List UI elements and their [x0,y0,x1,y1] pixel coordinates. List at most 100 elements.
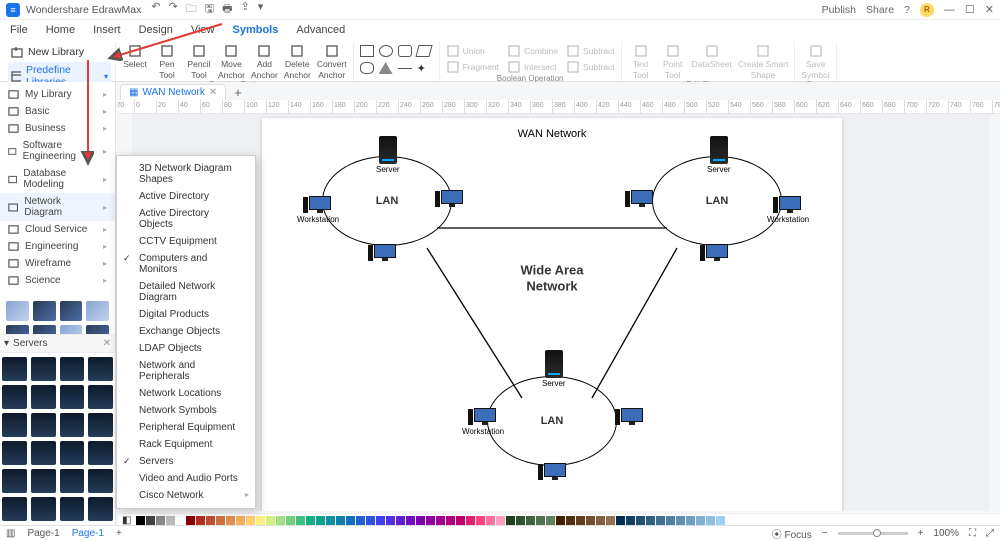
server-thumbnail[interactable] [88,497,113,521]
server-thumbnail[interactable] [60,385,85,409]
color-swatch[interactable] [136,516,145,525]
category-wireframe[interactable]: Wireframe▸ [0,255,115,272]
close-icon[interactable]: ✕ [985,3,994,16]
color-swatch[interactable] [296,516,305,525]
color-swatch[interactable] [326,516,335,525]
server-thumbnail[interactable] [31,441,56,465]
qat-export-icon[interactable]: ⇪ [241,0,250,19]
color-swatch[interactable] [566,516,575,525]
user-avatar[interactable]: R [920,3,934,17]
share-button[interactable]: Share [866,4,894,16]
fullscreen-icon[interactable]: ⤢ [986,528,994,539]
server-thumbnail[interactable] [2,413,27,437]
shape-grid[interactable]: ✦ [360,42,433,76]
shape-thumbnail[interactable] [86,301,109,321]
server-thumbnail[interactable] [60,469,85,493]
qat-save-icon[interactable]: 🖫 [205,0,214,19]
color-swatch[interactable] [426,516,435,525]
fit-page-icon[interactable]: ⛶ [969,528,976,539]
category-network-diagram[interactable]: Network Diagram▸ [0,193,115,221]
category-database-modeling[interactable]: Database Modeling▸ [0,165,115,193]
color-swatch[interactable] [626,516,635,525]
status-page-tab[interactable]: Page-1 [72,528,104,539]
zoom-in-icon[interactable]: + [918,528,924,539]
server-thumbnail[interactable] [2,497,27,521]
color-swatch[interactable] [596,516,605,525]
server-thumbnail[interactable] [2,385,27,409]
server-thumbnail[interactable] [2,469,27,493]
submenu-exchange-objects[interactable]: Exchange Objects [117,323,255,340]
color-swatch[interactable] [156,516,165,525]
color-swatch[interactable] [556,516,565,525]
server-node-1[interactable]: Server [376,136,400,174]
category-my-library[interactable]: My Library▸ [0,86,115,103]
maximize-icon[interactable]: ☐ [965,3,975,16]
server-thumbnail[interactable] [88,469,113,493]
color-swatch[interactable] [366,516,375,525]
color-swatch[interactable] [206,516,215,525]
color-swatch[interactable] [696,516,705,525]
color-swatch[interactable] [666,516,675,525]
color-swatch[interactable] [266,516,275,525]
server-thumbnail[interactable] [31,385,56,409]
workstation-node[interactable] [437,190,463,208]
server-thumbnail[interactable] [88,413,113,437]
color-swatch[interactable] [536,516,545,525]
color-swatch[interactable] [166,516,175,525]
submenu-active-directory[interactable]: Active Directory [117,188,255,205]
workstation-node[interactable]: Workstation [767,196,809,224]
category-science[interactable]: Science▸ [0,272,115,289]
color-swatch[interactable] [346,516,355,525]
submenu-cisco-network[interactable]: Cisco Network▸ [117,487,255,504]
qat-open-icon[interactable]: 🗀 [186,0,197,19]
server-thumbnail[interactable] [31,357,56,381]
submenu-servers[interactable]: Servers [117,453,255,470]
server-thumbnail[interactable] [31,497,56,521]
category-business[interactable]: Business▸ [0,120,115,137]
new-library-button[interactable]: New Library [8,44,111,60]
menu-insert[interactable]: Insert [93,24,121,36]
zoom-value[interactable]: 100% [933,528,959,539]
color-swatch[interactable] [286,516,295,525]
color-swatch[interactable] [196,516,205,525]
server-thumbnail[interactable] [2,441,27,465]
color-swatch[interactable] [406,516,415,525]
server-thumbnail[interactable] [88,441,113,465]
color-swatch[interactable] [186,516,195,525]
color-swatch[interactable] [616,516,625,525]
color-swatch[interactable] [306,516,315,525]
submenu-digital-products[interactable]: Digital Products [117,306,255,323]
lan-oval-3[interactable]: LAN [487,376,617,466]
color-swatch[interactable] [686,516,695,525]
color-swatch[interactable] [276,516,285,525]
color-swatch[interactable] [146,516,155,525]
submenu-network-symbols[interactable]: Network Symbols [117,402,255,419]
color-swatch[interactable] [656,516,665,525]
category-basic[interactable]: Basic▸ [0,103,115,120]
select-button[interactable]: Select [122,44,148,69]
server-thumbnail[interactable] [60,441,85,465]
menu-advanced[interactable]: Advanced [296,24,345,36]
workstation-node[interactable] [627,190,653,208]
color-swatch[interactable] [526,516,535,525]
submenu-rack-equipment[interactable]: Rack Equipment [117,436,255,453]
server-thumbnail[interactable] [88,357,113,381]
color-swatch[interactable] [396,516,405,525]
color-swatch[interactable] [586,516,595,525]
qat-print-icon[interactable]: 🖶 [222,0,232,19]
color-swatch[interactable] [676,516,685,525]
color-swatch[interactable] [446,516,455,525]
menu-symbols[interactable]: Symbols [233,24,279,36]
move-anchorbutton[interactable]: MoveAnchor [218,44,245,80]
help-icon[interactable]: ? [904,4,910,16]
focus-mode-button[interactable]: ⦿ Focus [772,526,812,541]
publish-button[interactable]: Publish [822,4,856,16]
server-node-2[interactable]: Server [707,136,731,174]
server-thumbnail[interactable] [60,357,85,381]
color-swatch[interactable] [606,516,615,525]
category-cloud-service[interactable]: Cloud Service▸ [0,221,115,238]
submenu-video-and-audio-ports[interactable]: Video and Audio Ports [117,470,255,487]
server-thumbnail[interactable] [60,497,85,521]
page-indicator-icon[interactable]: ▥ [6,528,15,539]
shape-thumbnail[interactable] [6,301,29,321]
